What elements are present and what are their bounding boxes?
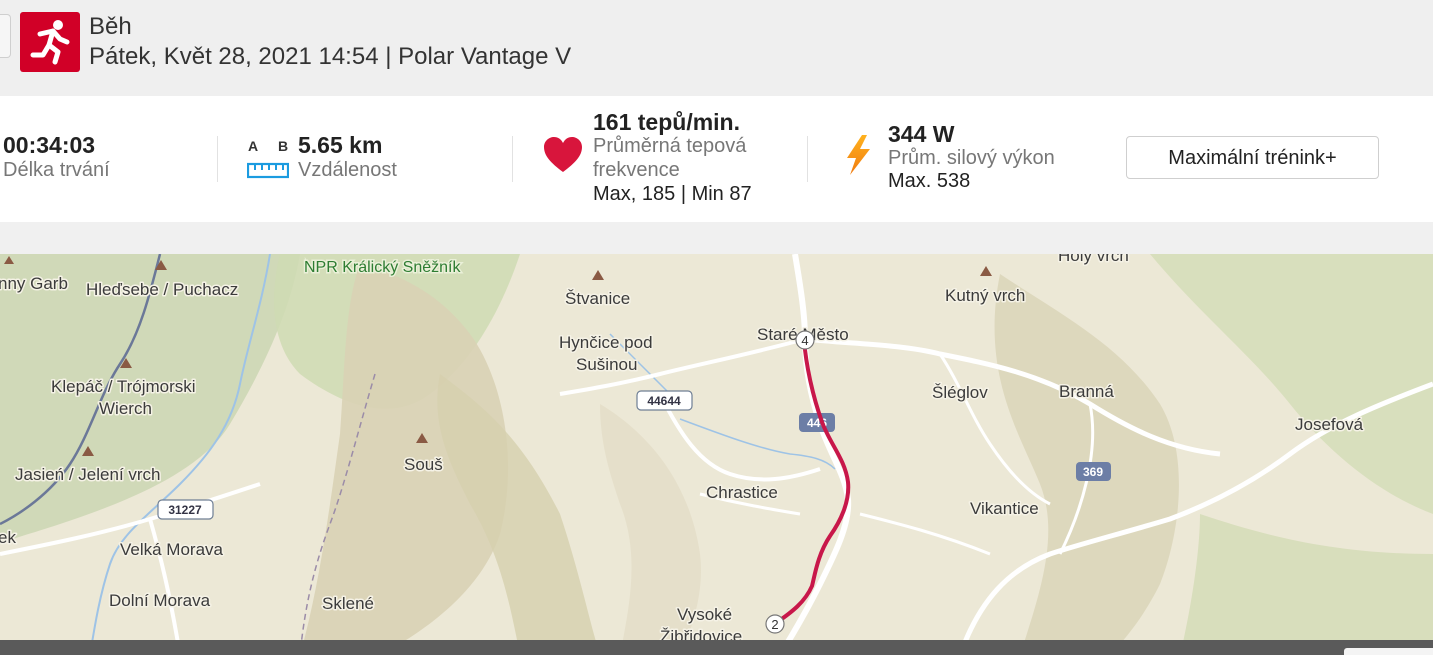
- map-label: ek: [0, 528, 16, 547]
- svg-text:2: 2: [771, 617, 778, 632]
- duration-label: Délka trvání: [3, 159, 110, 181]
- km-marker[interactable]: 2: [765, 614, 785, 634]
- map-label: Wierch: [99, 399, 152, 418]
- map-label: NPR Králický Sněžník: [304, 259, 461, 276]
- ruler-icon: [246, 161, 290, 184]
- map-label: Vikantice: [970, 499, 1039, 518]
- svg-text:31227: 31227: [168, 503, 202, 517]
- map-label: Branná: [1059, 382, 1114, 401]
- heart-rate-label-2: frekvence: [593, 159, 680, 181]
- map-label: nny Garb: [0, 274, 68, 293]
- sport-name: Běh: [89, 13, 132, 40]
- map-control-button[interactable]: [1344, 648, 1433, 655]
- max-training-button[interactable]: Maximální trénink+: [1126, 136, 1379, 179]
- route-map[interactable]: 44644 31227 446 369 nny Garb Hleďsebe / …: [0, 254, 1433, 655]
- power-value: 344 W: [888, 121, 955, 147]
- map-label: Sušinou: [576, 355, 637, 374]
- map-label: Vysoké: [677, 605, 732, 624]
- road-shield: 369: [1076, 462, 1111, 481]
- activity-header: Běh Pátek, Květ 28, 2021 14:54 | Polar V…: [0, 0, 1433, 96]
- svg-text:369: 369: [1083, 465, 1103, 479]
- distance-value: 5.65 km: [298, 132, 383, 158]
- road-badge: 44644: [636, 390, 693, 411]
- running-icon: [20, 12, 80, 72]
- heart-rate-value: 161 tepů/min.: [593, 109, 740, 135]
- heart-rate-min-max: Max, 185 | Min 87: [593, 183, 752, 205]
- map-label: Chrastice: [706, 483, 778, 502]
- map-label: Holý vrch: [1058, 254, 1129, 265]
- map-label: Klepáč / Trójmorski: [51, 377, 196, 396]
- road-badge: 31227: [157, 499, 214, 520]
- map-label: Souš: [404, 455, 443, 474]
- power-max: Max. 538: [888, 170, 971, 192]
- map-label: Velká Morava: [120, 540, 224, 559]
- power-label: Prům. silový výkon: [888, 147, 1055, 169]
- distance-label: Vzdálenost: [298, 159, 397, 181]
- svg-text:44644: 44644: [647, 394, 681, 408]
- map-label: Dolní Morava: [109, 591, 211, 610]
- map-toolbar: [0, 640, 1433, 655]
- heart-icon: [543, 136, 583, 179]
- back-button[interactable]: [0, 14, 11, 58]
- session-info: Pátek, Květ 28, 2021 14:54 | Polar Vanta…: [89, 43, 572, 70]
- road-shield: 446: [799, 413, 835, 432]
- map-label: Šléglov: [932, 383, 988, 402]
- summary-stats: 00:34:03 Délka trvání A B 5.65 km Vzdále…: [0, 96, 1433, 222]
- map-label: Kutný vrch: [945, 286, 1025, 305]
- map-label: Josefová: [1295, 415, 1364, 434]
- map-label: Sklené: [322, 594, 374, 613]
- map-label: Štvanice: [565, 289, 630, 308]
- map-label: Jasień / Jelení vrch: [15, 465, 161, 484]
- km-marker[interactable]: 4: [795, 330, 815, 350]
- map-label: Hleďsebe / Puchacz: [86, 280, 238, 299]
- distance-b-label: B: [278, 138, 289, 154]
- divider: [217, 136, 218, 182]
- svg-text:4: 4: [801, 333, 808, 348]
- lightning-icon: [843, 134, 873, 181]
- divider: [807, 136, 808, 182]
- duration-value: 00:34:03: [3, 132, 96, 158]
- distance-a-label: A: [248, 138, 259, 154]
- heart-rate-label: Průměrná tepová: [593, 135, 747, 157]
- map-label: Hynčice pod: [559, 333, 653, 352]
- divider: [512, 136, 513, 182]
